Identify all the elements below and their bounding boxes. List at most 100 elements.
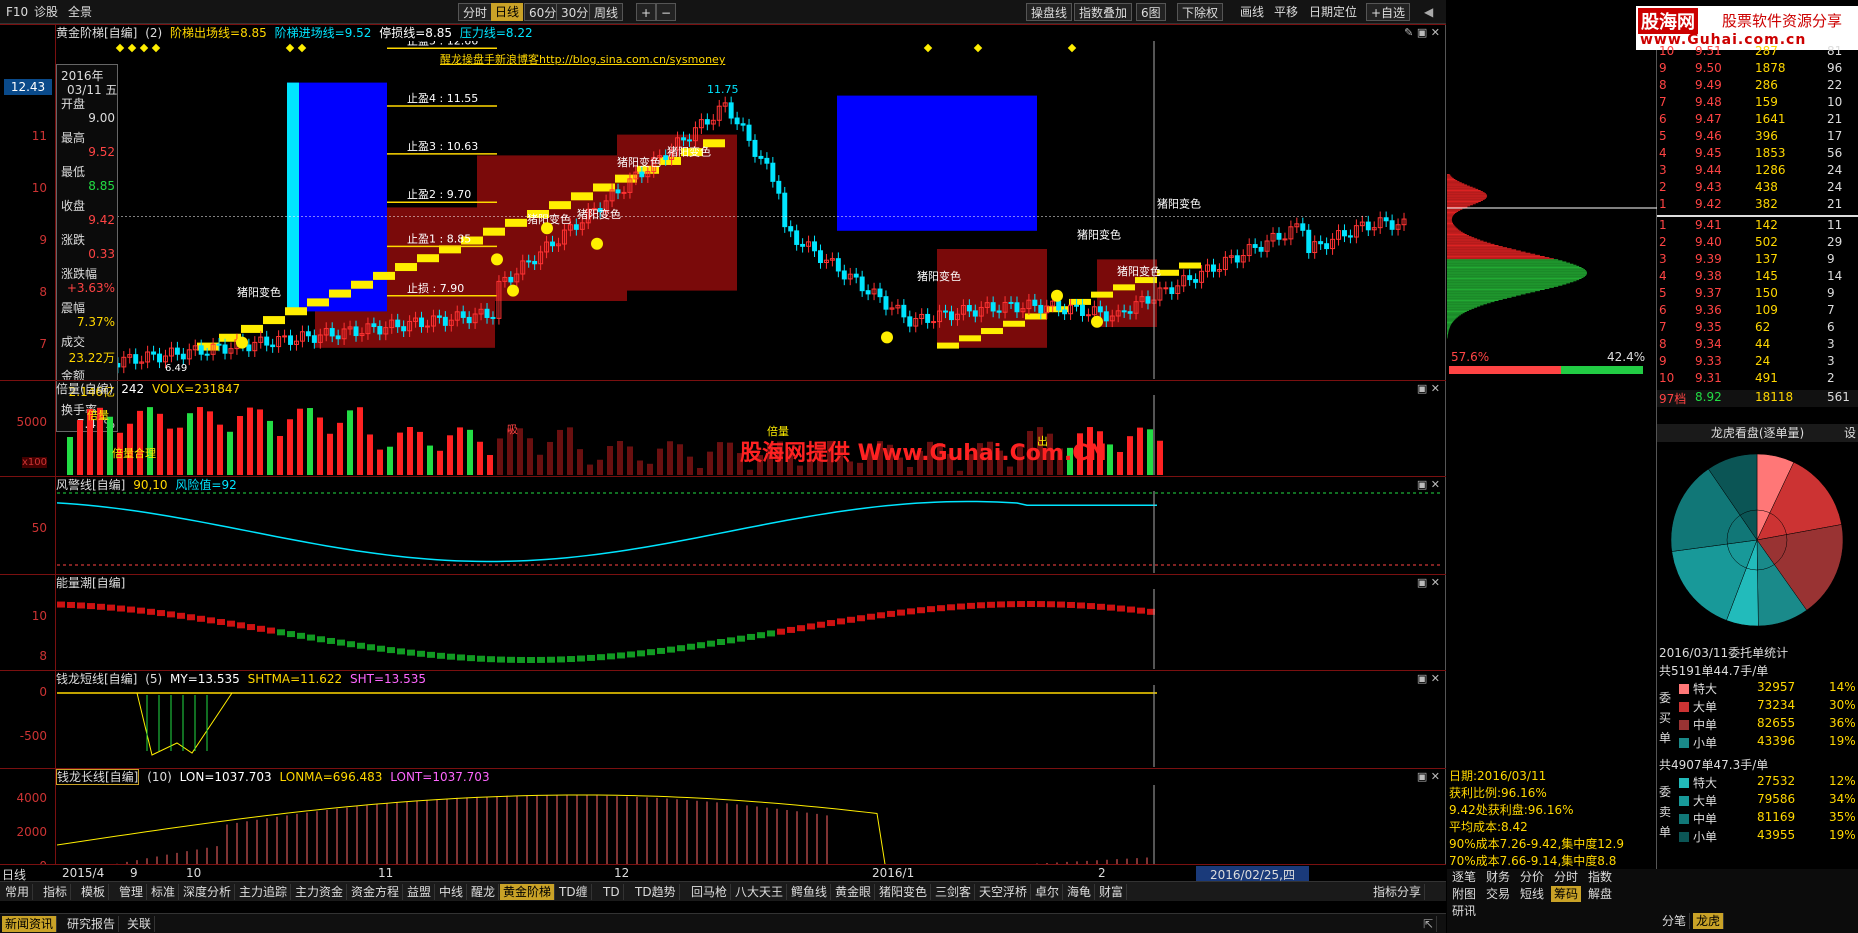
- pane-controls[interactable]: ▣ ✕: [1417, 478, 1440, 491]
- rtab-指数[interactable]: 指数: [1585, 869, 1615, 885]
- book-row[interactable]: 2 9.43 438 24: [1657, 180, 1858, 197]
- tab-13[interactable]: TD缠: [556, 884, 592, 900]
- rtab-bottom-1[interactable]: 龙虎: [1693, 913, 1725, 929]
- book-row[interactable]: 4 9.45 1853 56: [1657, 146, 1858, 163]
- zoom-in-button[interactable]: +: [636, 3, 657, 21]
- book-row[interactable]: 4 9.38 145 14: [1657, 269, 1858, 286]
- book-row[interactable]: 5 9.37 150 9: [1657, 286, 1858, 303]
- tab-3[interactable]: 管理: [116, 884, 148, 900]
- short-pane[interactable]: 0 -500 钱龙短线[自编] (5) MY=13.535 SHTMA=11.6…: [0, 670, 1446, 768]
- tab-15[interactable]: TD趋势: [632, 884, 680, 900]
- rtab-附图[interactable]: 附图: [1449, 886, 1479, 902]
- pane-controls[interactable]: ▣ ✕: [1417, 382, 1440, 395]
- rtab-财务[interactable]: 财务: [1483, 869, 1513, 885]
- indicator-name[interactable]: 能量潮[自编]: [56, 576, 125, 590]
- tab-related[interactable]: 关联: [124, 916, 156, 932]
- share-button[interactable]: 指标分享: [1370, 884, 1426, 900]
- risk-pane[interactable]: 50 风警线[自编] 90,10 风险值=92 ▣ ✕: [0, 476, 1446, 574]
- tab-24[interactable]: 海龟: [1064, 884, 1096, 900]
- volume-pane[interactable]: 5000 x100 倍量(自编) 242 VOLX=231847 ▣ ✕ 倍量倍…: [0, 380, 1446, 476]
- add-favorite-button[interactable]: +自选: [1366, 3, 1411, 21]
- tab-1[interactable]: 指标: [40, 884, 72, 900]
- tab-19[interactable]: 黄金眼: [832, 884, 876, 900]
- indicator-name[interactable]: 钱龙短线[自编]: [56, 672, 137, 686]
- book-row[interactable]: 5 9.46 396 17: [1657, 129, 1858, 146]
- pane-controls[interactable]: ✎ ▣ ✕: [1404, 26, 1440, 39]
- book-row[interactable]: 1 9.41 142 11: [1657, 218, 1858, 235]
- pane-controls[interactable]: ▣ ✕: [1417, 770, 1440, 783]
- exright-button[interactable]: 下除权: [1177, 3, 1224, 21]
- indicator-name[interactable]: 风警线[自编]: [56, 478, 125, 492]
- tab-20[interactable]: 猪阳变色: [876, 884, 932, 900]
- tab-21[interactable]: 三剑客: [932, 884, 976, 900]
- indicator-name[interactable]: 黄金阶梯[自编]: [56, 26, 137, 40]
- tiger-settings[interactable]: 设: [1844, 424, 1856, 442]
- pane-controls[interactable]: ▣ ✕: [1417, 576, 1440, 589]
- tab-22[interactable]: 天空浮桥: [976, 884, 1032, 900]
- book-row[interactable]: 3 9.39 137 9: [1657, 252, 1858, 269]
- book-row[interactable]: 10 9.31 491 2: [1657, 371, 1858, 388]
- tab-news[interactable]: 新闻资讯: [2, 916, 58, 932]
- pane-controls[interactable]: ▣ ✕: [1417, 672, 1440, 685]
- tab-12[interactable]: 黄金阶梯: [500, 884, 556, 900]
- tab-2[interactable]: 模板: [78, 884, 110, 900]
- six-chart-button[interactable]: 6图: [1136, 3, 1166, 21]
- main-pane[interactable]: 12 11 10 9 8 7 黄金阶梯[自编] (2) 阶梯出场线=8.85 阶…: [0, 24, 1446, 380]
- book-row[interactable]: 7 9.48 159 10: [1657, 95, 1858, 112]
- tab-17[interactable]: 八大天王: [732, 884, 788, 900]
- book-row[interactable]: 3 9.44 1286 24: [1657, 163, 1858, 180]
- rtab-解盘[interactable]: 解盘: [1585, 886, 1615, 902]
- tab-0[interactable]: 常用: [2, 884, 34, 900]
- tab-14[interactable]: TD: [600, 884, 624, 900]
- rtab-逐笔[interactable]: 逐笔: [1449, 869, 1479, 885]
- rtab-研讯[interactable]: 研讯: [1449, 903, 1479, 919]
- rtab-筹码[interactable]: 筹码: [1551, 886, 1582, 902]
- rtab-分价[interactable]: 分价: [1517, 869, 1547, 885]
- book-row[interactable]: 6 9.36 109 7: [1657, 303, 1858, 320]
- zoom-out-button[interactable]: −: [656, 3, 677, 21]
- tab-6[interactable]: 主力追踪: [236, 884, 292, 900]
- draw-line-button[interactable]: 画线: [1236, 3, 1268, 21]
- rtab-bottom-0[interactable]: 分笔: [1659, 913, 1691, 929]
- tab-23[interactable]: 卓尔: [1032, 884, 1064, 900]
- period-week[interactable]: 周线: [589, 3, 624, 21]
- tab-9[interactable]: 益盟: [404, 884, 436, 900]
- tab-8[interactable]: 资金方程: [348, 884, 404, 900]
- date-locate-button[interactable]: 日期定位: [1305, 3, 1361, 21]
- energy-pane[interactable]: 10 8 能量潮[自编] ▣ ✕: [0, 574, 1446, 670]
- tab-25[interactable]: 财富: [1096, 884, 1128, 900]
- book-row[interactable]: 8 9.34 44 3: [1657, 337, 1858, 354]
- f10-button[interactable]: F10: [2, 3, 32, 21]
- indicator-name[interactable]: 倍量(自编): [56, 382, 113, 396]
- rtab-交易[interactable]: 交易: [1483, 886, 1513, 902]
- tab-18[interactable]: 鳄鱼线: [788, 884, 832, 900]
- book-row[interactable]: 9 9.33 24 3: [1657, 354, 1858, 371]
- period-minute[interactable]: 分时: [458, 3, 493, 21]
- book-row[interactable]: 8 9.49 286 22: [1657, 78, 1858, 95]
- tab-11[interactable]: 醒龙: [468, 884, 500, 900]
- tab-10[interactable]: 中线: [436, 884, 468, 900]
- tab-research[interactable]: 研究报告: [64, 916, 120, 932]
- blog-link[interactable]: 醒龙操盘手新浪博客http://blog.sina.com.cn/sysmone…: [440, 51, 725, 67]
- tab-4[interactable]: 标准: [148, 884, 180, 900]
- tab-7[interactable]: 主力资金: [292, 884, 348, 900]
- period-30[interactable]: 30分: [556, 3, 594, 21]
- panorama-button[interactable]: 全景: [64, 3, 96, 21]
- book-row[interactable]: 2 9.40 502 29: [1657, 235, 1858, 252]
- indicator-name[interactable]: 钱龙长线[自编]: [56, 769, 140, 785]
- collapse-icon[interactable]: ◀: [1420, 3, 1437, 21]
- index-overlay-button[interactable]: 指数叠加: [1074, 3, 1133, 21]
- tab-16[interactable]: 回马枪: [688, 884, 732, 900]
- book-row[interactable]: 6 9.47 1641 21: [1657, 112, 1858, 129]
- rtab-短线[interactable]: 短线: [1517, 886, 1547, 902]
- tab-5[interactable]: 深度分析: [180, 884, 236, 900]
- operate-line-button[interactable]: 操盘线: [1026, 3, 1073, 21]
- rtab-分时[interactable]: 分时: [1551, 869, 1581, 885]
- book-row[interactable]: 10 9.51 287 81: [1657, 44, 1858, 61]
- book-row[interactable]: 7 9.35 62 6: [1657, 320, 1858, 337]
- book-row[interactable]: 1 9.42 382 21: [1657, 197, 1858, 214]
- pan-button[interactable]: 平移: [1270, 3, 1302, 21]
- diagnose-button[interactable]: 诊股: [30, 3, 62, 21]
- expand-icon[interactable]: ⇱: [1420, 916, 1438, 932]
- period-day[interactable]: 日线: [491, 3, 524, 21]
